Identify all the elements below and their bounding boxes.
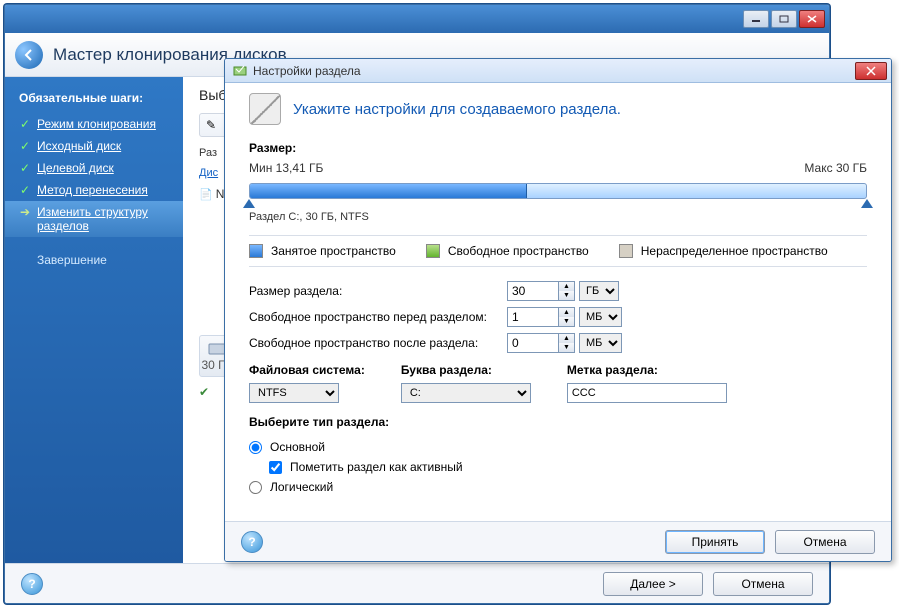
modal-heading: Укажите настройки для создаваемого разде… <box>293 101 621 118</box>
modal-help-button[interactable]: ? <box>241 531 263 553</box>
free-before-unit-select[interactable]: МБ <box>579 307 622 327</box>
free-before-input[interactable] <box>507 307 559 327</box>
filesystem-select[interactable]: NTFS <box>249 383 339 403</box>
free-after-input[interactable] <box>507 333 559 353</box>
back-button[interactable] <box>15 41 43 69</box>
sidebar-item-change-layout[interactable]: ➔ Изменить структуру разделов <box>5 201 183 237</box>
flag-icon <box>249 93 281 125</box>
sidebar-item-label: Завершение <box>37 253 107 267</box>
size-legend: Занятое пространство Свободное пространс… <box>249 235 867 267</box>
sidebar-heading: Обязательные шаги: <box>5 87 183 113</box>
partition-size-label: Размер раздела: <box>249 284 499 298</box>
sidebar-item-label: Метод перенесения <box>37 183 148 197</box>
mark-active-checkbox[interactable]: Пометить раздел как активный <box>269 457 867 477</box>
min-size-label: Мин 13,41 ГБ <box>249 161 323 175</box>
free-before-stepper[interactable]: ▲▼ <box>559 307 575 327</box>
cancel-button[interactable]: Отмена <box>713 572 813 596</box>
maximize-button[interactable] <box>771 10 797 28</box>
logical-partition-radio[interactable]: Логический <box>249 477 867 497</box>
legend-used-label: Занятое пространство <box>271 244 396 258</box>
wizard-button-bar: ? Далее > Отмена <box>5 563 829 603</box>
sidebar-item-label: Изменить структуру разделов <box>37 205 169 233</box>
partition-size-input[interactable] <box>507 281 559 301</box>
free-after-stepper[interactable]: ▲▼ <box>559 333 575 353</box>
main-titlebar <box>5 5 829 33</box>
sidebar-item-label: Режим клонирования <box>37 117 156 131</box>
minimize-button[interactable] <box>743 10 769 28</box>
modal-button-bar: ? Принять Отмена <box>225 521 891 561</box>
size-section-label: Размер: <box>249 141 867 155</box>
legend-unalloc-label: Нераспределенное пространство <box>641 244 828 258</box>
partition-type-heading: Выберите тип раздела: <box>249 415 867 429</box>
max-size-label: Макс 30 ГБ <box>804 161 867 175</box>
size-slider[interactable] <box>249 177 867 207</box>
sidebar-item-clone-mode[interactable]: ✓ Режим клонирования <box>5 113 183 135</box>
mark-active-label: Пометить раздел как активный <box>290 460 463 474</box>
filesystem-label: Файловая система: <box>249 363 365 377</box>
partition-size-stepper[interactable]: ▲▼ <box>559 281 575 301</box>
partition-info-label: Раздел C:, 30 ГБ, NTFS <box>249 211 867 223</box>
logical-radio-label: Логический <box>270 480 333 494</box>
swatch-unalloc-icon <box>619 244 633 258</box>
volume-label-label: Метка раздела: <box>567 363 727 377</box>
swatch-free-icon <box>426 244 440 258</box>
volume-label-input[interactable] <box>567 383 727 403</box>
arrow-right-icon: ➔ <box>19 205 31 219</box>
free-after-unit-select[interactable]: МБ <box>579 333 622 353</box>
check-icon: ✓ <box>19 117 31 131</box>
check-icon: ✓ <box>19 183 31 197</box>
accept-button[interactable]: Принять <box>665 530 765 554</box>
drive-letter-label: Буква раздела: <box>401 363 531 377</box>
close-button[interactable] <box>799 10 825 28</box>
check-icon: ✓ <box>19 161 31 175</box>
primary-partition-radio[interactable]: Основной <box>249 437 867 457</box>
partition-icon <box>233 64 247 78</box>
legend-free-label: Свободное пространство <box>448 244 589 258</box>
sidebar-item-finish: Завершение <box>5 249 183 271</box>
partition-size-unit-select[interactable]: ГБ <box>579 281 619 301</box>
primary-radio-label: Основной <box>270 440 325 454</box>
modal-title: Настройки раздела <box>253 64 361 78</box>
sidebar-item-target-disk[interactable]: ✓ Целевой диск <box>5 157 183 179</box>
slider-handle-left[interactable] <box>243 199 255 208</box>
help-button[interactable]: ? <box>21 573 43 595</box>
sidebar-item-label: Исходный диск <box>37 139 121 153</box>
modal-close-button[interactable] <box>855 62 887 80</box>
arrow-left-icon <box>22 48 36 62</box>
drive-letter-select[interactable]: C: <box>401 383 531 403</box>
wizard-sidebar: Обязательные шаги: ✓ Режим клонирования … <box>5 77 183 563</box>
sidebar-item-transfer-method[interactable]: ✓ Метод перенесения <box>5 179 183 201</box>
slider-handle-right[interactable] <box>861 199 873 208</box>
sidebar-item-label: Целевой диск <box>37 161 114 175</box>
free-before-label: Свободное пространство перед разделом: <box>249 310 499 324</box>
partition-settings-dialog: Настройки раздела Укажите настройки для … <box>224 58 892 562</box>
check-icon: ✓ <box>19 139 31 153</box>
free-after-label: Свободное пространство после раздела: <box>249 336 499 350</box>
next-button[interactable]: Далее > <box>603 572 703 596</box>
swatch-used-icon <box>249 244 263 258</box>
sidebar-item-source-disk[interactable]: ✓ Исходный диск <box>5 135 183 157</box>
modal-titlebar: Настройки раздела <box>225 59 891 83</box>
modal-cancel-button[interactable]: Отмена <box>775 530 875 554</box>
